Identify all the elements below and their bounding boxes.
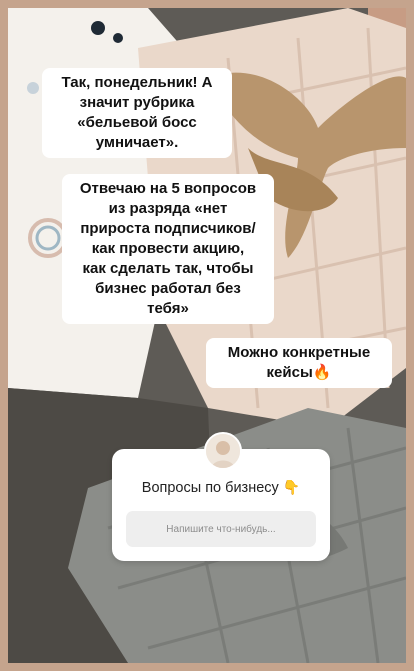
fire-emoji-icon: 🔥 <box>312 364 332 381</box>
story-caption-cases: Можно конкретные кейсы🔥 <box>206 338 392 388</box>
avatar <box>204 432 242 470</box>
story-caption-questions: Отвечаю на 5 вопросов из разряда «нет пр… <box>62 174 274 324</box>
story-frame: Так, понедельник! А значит рубрика «бель… <box>0 0 414 671</box>
question-sticker-title-text: Вопросы по бизнесу <box>141 480 279 496</box>
question-answer-placeholder: Напишите что-нибудь... <box>166 523 276 535</box>
story-caption-intro: Так, понедельник! А значит рубрика «бель… <box>42 68 232 158</box>
question-answer-input[interactable]: Напишите что-нибудь... <box>126 511 316 547</box>
question-sticker-title: Вопросы по бизнесу 👇 <box>112 479 330 496</box>
caption-cases-text: Можно конкретные кейсы <box>227 344 371 381</box>
caption-questions-text: Отвечаю на 5 вопросов из разряда «нет пр… <box>79 180 257 317</box>
caption-intro-text: Так, понедельник! А значит рубрика «бель… <box>61 74 213 151</box>
avatar-image <box>206 434 240 468</box>
pointing-down-icon: 👇 <box>282 479 301 495</box>
